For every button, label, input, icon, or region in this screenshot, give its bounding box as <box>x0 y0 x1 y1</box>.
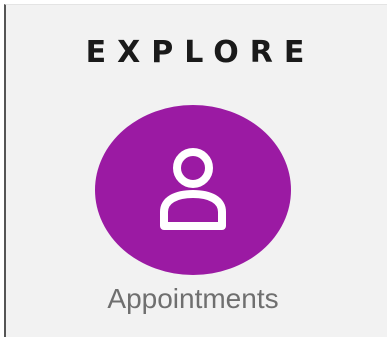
appointments-icon-circle[interactable] <box>95 105 291 275</box>
explore-card: EXPLORE Appointments <box>4 4 387 337</box>
user-icon <box>158 144 228 237</box>
appointments-tile[interactable]: Appointments <box>95 105 291 317</box>
appointments-label[interactable]: Appointments <box>55 283 331 315</box>
section-title: EXPLORE <box>85 35 316 70</box>
